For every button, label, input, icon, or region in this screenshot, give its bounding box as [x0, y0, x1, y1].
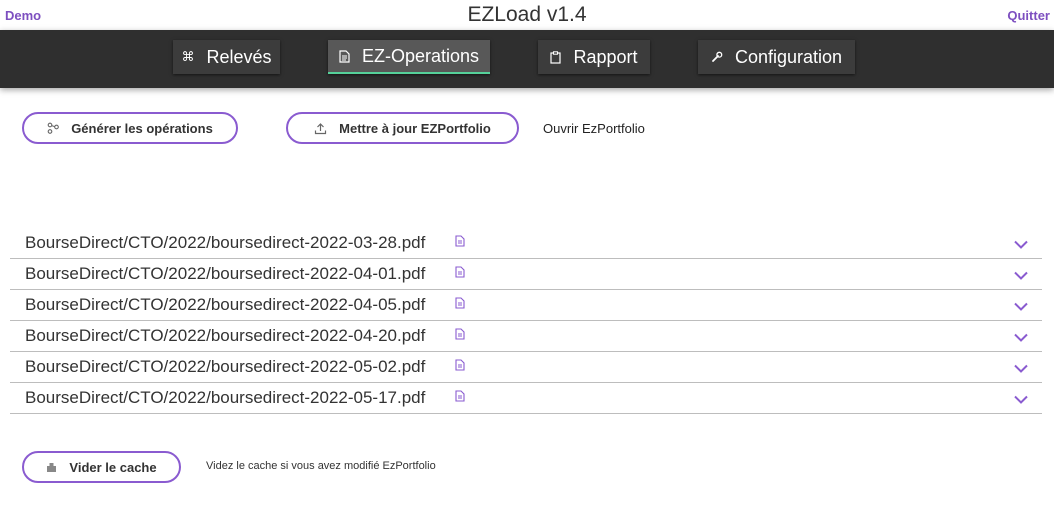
tab-label: Configuration [734, 46, 843, 67]
upload-icon [314, 122, 327, 135]
file-name: BourseDirect/CTO/2022/boursedirect-2022-… [25, 357, 426, 376]
trash-icon [46, 462, 57, 473]
pdf-icon[interactable] [455, 389, 465, 407]
tab-label: Relevés [206, 46, 272, 67]
chevron-down-icon[interactable] [1014, 391, 1028, 409]
tab-releves[interactable]: ⌘ Relevés [173, 40, 280, 74]
chevron-down-icon[interactable] [1014, 236, 1028, 254]
file-name: BourseDirect/CTO/2022/boursedirect-2022-… [25, 233, 426, 252]
file-row[interactable]: BourseDirect/CTO/2022/boursedirect-2022-… [10, 352, 1042, 383]
clear-cache-label: Vider le cache [69, 459, 157, 475]
branch-icon [47, 122, 60, 134]
pdf-icon[interactable] [455, 358, 465, 376]
file-name: BourseDirect/CTO/2022/boursedirect-2022-… [25, 326, 426, 345]
file-list: BourseDirect/CTO/2022/boursedirect-2022-… [10, 228, 1042, 414]
clipboard-icon [550, 50, 562, 64]
clear-cache-button[interactable]: Vider le cache [22, 451, 181, 483]
top-bar: Demo EZLoad v1.4 Quitter [0, 0, 1054, 30]
command-icon: ⌘ [181, 49, 195, 64]
tab-configuration[interactable]: Configuration [698, 40, 855, 74]
file-name: BourseDirect/CTO/2022/boursedirect-2022-… [25, 388, 426, 407]
pdf-icon[interactable] [455, 265, 465, 283]
update-ezportfolio-button[interactable]: Mettre à jour EZPortfolio [286, 112, 519, 144]
file-row[interactable]: BourseDirect/CTO/2022/boursedirect-2022-… [10, 259, 1042, 290]
file-row[interactable]: BourseDirect/CTO/2022/boursedirect-2022-… [10, 383, 1042, 414]
generate-operations-button[interactable]: Générer les opérations [22, 112, 238, 144]
file-name: BourseDirect/CTO/2022/boursedirect-2022-… [25, 264, 426, 283]
pdf-icon[interactable] [455, 234, 465, 252]
cache-hint: Videz le cache si vous avez modifié EzPo… [206, 460, 436, 472]
tab-rapport[interactable]: Rapport [538, 40, 650, 74]
chevron-down-icon[interactable] [1014, 360, 1028, 378]
document-icon [339, 49, 350, 63]
app-title: EZLoad v1.4 [467, 3, 587, 26]
pdf-icon[interactable] [455, 327, 465, 345]
chevron-down-icon[interactable] [1014, 267, 1028, 285]
file-row[interactable]: BourseDirect/CTO/2022/boursedirect-2022-… [10, 321, 1042, 352]
quit-link[interactable]: Quitter [1007, 8, 1050, 23]
nav-bar: ⌘ Relevés EZ-Operations Rapport Configur… [0, 30, 1054, 88]
chevron-down-icon[interactable] [1014, 298, 1028, 316]
wrench-icon [711, 51, 723, 63]
tab-ez-operations[interactable]: EZ-Operations [328, 40, 490, 74]
open-ezportfolio-link[interactable]: Ouvrir EzPortfolio [543, 121, 645, 136]
generate-operations-label: Générer les opérations [71, 120, 213, 136]
tab-label: Rapport [573, 46, 638, 67]
file-row[interactable]: BourseDirect/CTO/2022/boursedirect-2022-… [10, 228, 1042, 259]
file-name: BourseDirect/CTO/2022/boursedirect-2022-… [25, 295, 426, 314]
tab-label: EZ-Operations [361, 45, 480, 66]
file-row[interactable]: BourseDirect/CTO/2022/boursedirect-2022-… [10, 290, 1042, 321]
update-ezportfolio-label: Mettre à jour EZPortfolio [339, 120, 491, 136]
pdf-icon[interactable] [455, 296, 465, 314]
chevron-down-icon[interactable] [1014, 329, 1028, 347]
